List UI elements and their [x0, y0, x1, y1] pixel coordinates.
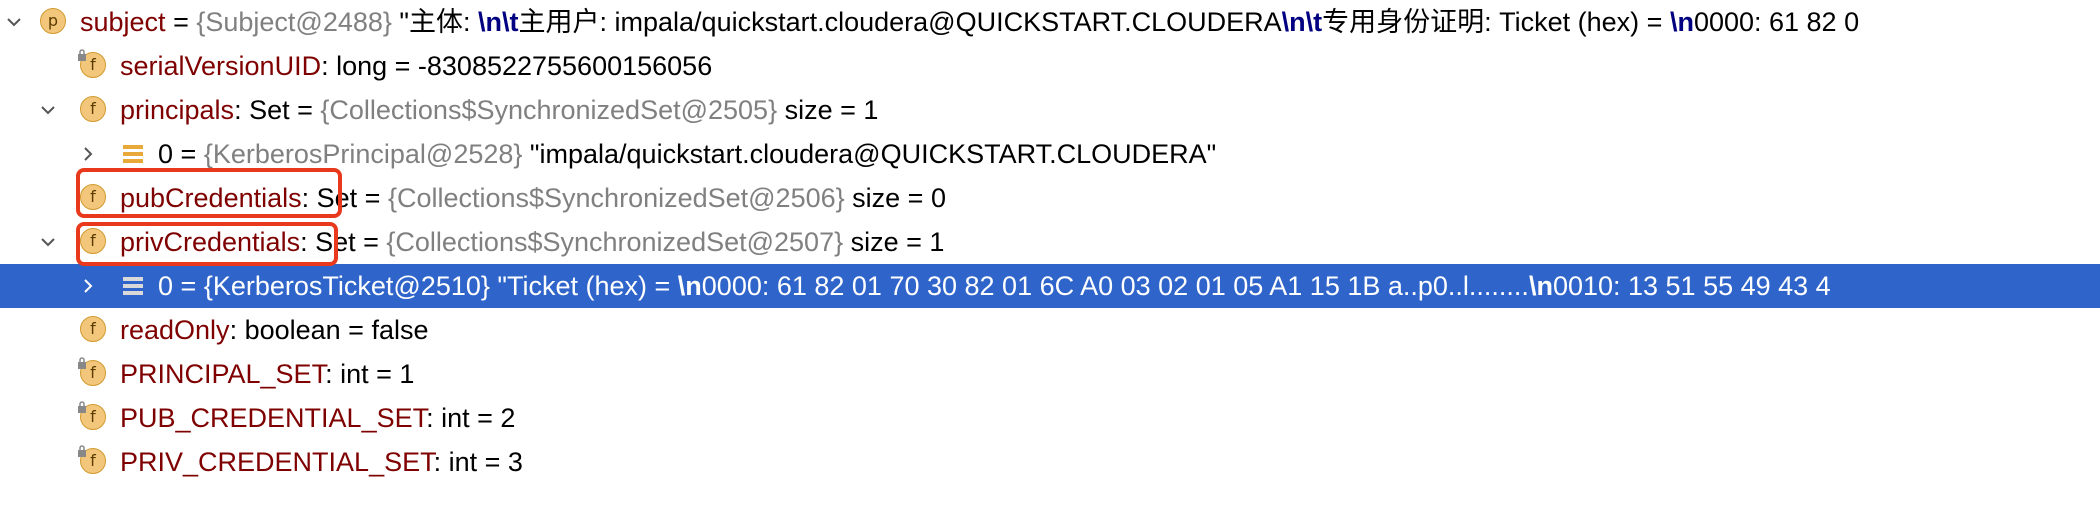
static-field-icon: f	[78, 445, 106, 474]
chevron-down-icon[interactable]	[40, 102, 56, 118]
chevron-down-icon[interactable]	[40, 234, 56, 250]
chevron-down-icon[interactable]	[6, 14, 22, 30]
lock-icon	[78, 357, 86, 369]
row-text: 0 = {KerberosTicket@2510} "Ticket (hex) …	[158, 271, 1831, 301]
highlight-box-pubCredentials	[76, 168, 342, 218]
object-ref: {Subject@2488}	[196, 7, 392, 37]
static-field-icon: f	[78, 357, 106, 386]
tree-row-PRIV_CREDENTIAL_SET[interactable]: f PRIV_CREDENTIAL_SET: int = 3	[0, 440, 2100, 484]
row-text: PRINCIPAL_SET: int = 1	[120, 359, 415, 389]
row-text: PRIV_CREDENTIAL_SET: int = 3	[120, 447, 523, 477]
highlight-box-privCredentials	[76, 222, 338, 266]
tree-row-ticket-item[interactable]: 0 = {KerberosTicket@2510} "Ticket (hex) …	[0, 264, 2100, 308]
list-item-icon	[123, 145, 143, 163]
static-field-icon: f	[78, 401, 106, 430]
lock-icon	[78, 401, 86, 413]
tree-row-principals[interactable]: f principals: Set = {Collections$Synchro…	[0, 88, 2100, 132]
list-item-icon	[123, 277, 143, 295]
tree-row-PRINCIPAL_SET[interactable]: f PRINCIPAL_SET: int = 1	[0, 352, 2100, 396]
tree-row-readOnly[interactable]: f readOnly: boolean = false	[0, 308, 2100, 352]
row-text: principals: Set = {Collections$Synchroni…	[120, 95, 879, 125]
chevron-right-icon[interactable]	[80, 278, 96, 294]
row-text: readOnly: boolean = false	[120, 315, 429, 345]
tree-row-PUB_CREDENTIAL_SET[interactable]: f PUB_CREDENTIAL_SET: int = 2	[0, 396, 2100, 440]
lock-icon	[78, 49, 86, 61]
chevron-right-icon[interactable]	[80, 146, 96, 162]
tree-row-subject[interactable]: p subject = {Subject@2488} "主体: \n\t主用户:…	[0, 0, 2100, 44]
tree-row-serialVersionUID[interactable]: f serialVersionUID: long = -830852275560…	[0, 44, 2100, 88]
field-icon: f	[80, 316, 106, 342]
row-text: subject = {Subject@2488} "主体: \n\t主用户: i…	[80, 7, 1860, 37]
row-text: serialVersionUID: long = -83085227556001…	[120, 51, 713, 81]
lock-icon	[78, 445, 86, 457]
field-icon: f	[80, 96, 106, 122]
var-name: subject	[80, 7, 166, 37]
property-icon: p	[40, 8, 66, 34]
row-text: PUB_CREDENTIAL_SET: int = 2	[120, 403, 516, 433]
static-field-icon: f	[78, 49, 106, 78]
